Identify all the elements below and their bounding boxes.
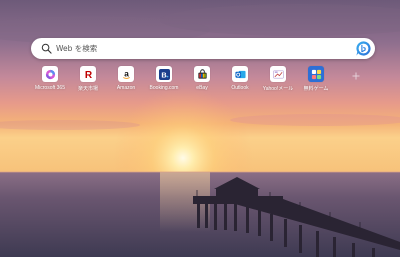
add-shortcut-button[interactable] bbox=[351, 71, 361, 81]
booking-icon: B bbox=[156, 66, 172, 82]
svg-text:a: a bbox=[124, 69, 129, 78]
ebay-icon bbox=[194, 66, 210, 82]
search-input[interactable]: Web を検索 bbox=[56, 42, 97, 55]
bing-chat-icon[interactable] bbox=[355, 40, 372, 57]
tile-free-games[interactable]: 無料ゲーム bbox=[294, 66, 338, 98]
svg-text:B: B bbox=[161, 70, 166, 79]
plus-icon bbox=[352, 72, 360, 80]
search-icon bbox=[41, 43, 52, 54]
games-icon bbox=[308, 66, 324, 82]
search-box[interactable]: Web を検索 bbox=[31, 38, 375, 59]
amazon-icon: a bbox=[118, 66, 134, 82]
microsoft365-icon bbox=[42, 66, 58, 82]
quick-links: Microsoft 365 R 楽天市場 a Amazon B Booking.… bbox=[28, 66, 368, 100]
rakuten-icon: R bbox=[80, 66, 96, 82]
svg-text:R: R bbox=[84, 70, 92, 80]
yahoo-mail-icon bbox=[270, 66, 286, 82]
tile-label: 無料ゲーム bbox=[303, 86, 329, 92]
outlook-icon bbox=[232, 66, 248, 82]
